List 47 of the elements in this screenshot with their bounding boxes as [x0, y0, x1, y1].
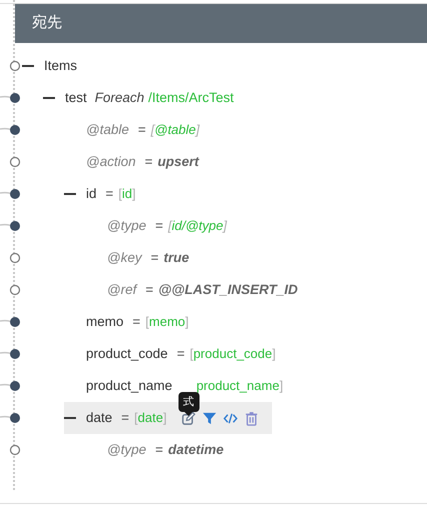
- attribute-name: @action: [86, 152, 136, 171]
- literal-value: datetime: [168, 440, 224, 459]
- equals-sign: =: [121, 408, 130, 427]
- element-name: test: [65, 88, 87, 107]
- attribute-name: @ref: [107, 280, 136, 299]
- mapping-value: [id/@type]: [168, 217, 227, 236]
- equals-sign: =: [144, 152, 153, 171]
- mapping-value: [id]: [118, 185, 136, 204]
- element-name: date: [86, 408, 112, 427]
- literal-value: @@LAST_INSERT_ID: [158, 280, 298, 299]
- literal-value: true: [164, 248, 190, 267]
- linked-dot-icon[interactable]: [0, 316, 22, 328]
- element-name: memo: [86, 312, 124, 331]
- element-name: product_code: [86, 344, 168, 363]
- delete-icon[interactable]: [244, 410, 260, 426]
- loop-path: /Items/ArcTest: [148, 88, 234, 107]
- attribute-name: @key: [107, 248, 142, 267]
- equals-sign: =: [176, 344, 185, 363]
- equals-sign: =: [155, 440, 164, 459]
- attribute-name: @type: [107, 440, 146, 459]
- attribute-name: @type: [107, 216, 146, 235]
- equals-sign: =: [138, 120, 146, 139]
- element-name: product_name: [86, 376, 172, 395]
- linked-dot-icon[interactable]: [0, 412, 22, 424]
- element-name: id: [86, 184, 97, 203]
- linked-dot-icon[interactable]: [0, 124, 22, 136]
- linked-dot-icon[interactable]: [0, 220, 22, 232]
- equals-sign: =: [132, 312, 140, 331]
- linked-dot-icon[interactable]: [0, 380, 22, 392]
- equals-sign: =: [155, 216, 164, 235]
- edit-icon[interactable]: [180, 410, 197, 426]
- linked-dot-icon[interactable]: [0, 188, 22, 200]
- filter-icon[interactable]: [202, 410, 218, 426]
- element-name: Items: [44, 56, 78, 75]
- linked-dot-icon[interactable]: [0, 92, 22, 104]
- literal-value: upsert: [158, 152, 199, 171]
- linked-dot-icon[interactable]: [0, 348, 22, 360]
- mapping-value: [product_code]: [190, 345, 276, 364]
- mapping-value: [memo]: [145, 313, 189, 332]
- loop-mode: Foreach: [94, 88, 144, 107]
- panel-title: 宛先: [32, 13, 62, 34]
- equals-sign: =: [106, 184, 114, 203]
- mapping-value: [@table]: [150, 121, 200, 140]
- equals-sign: =: [150, 248, 159, 267]
- mapping-value: [date]: [134, 409, 167, 428]
- attribute-name: @table: [86, 120, 129, 139]
- equals-sign: =: [145, 280, 154, 299]
